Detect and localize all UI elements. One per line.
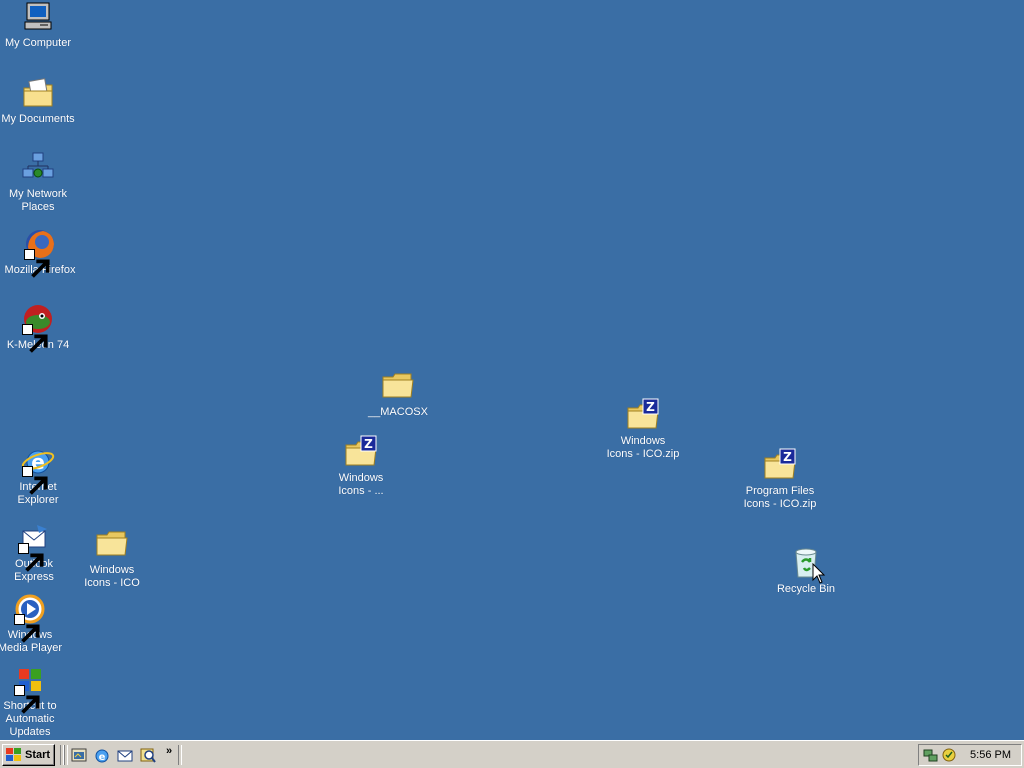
my-network-places-shortcut[interactable]: My Network Places xyxy=(0,151,76,214)
media-player-icon xyxy=(13,592,47,643)
zip-folder-icon: Z xyxy=(763,448,797,482)
shortcut-arrow-icon xyxy=(22,324,48,353)
search-quicklaunch-icon[interactable] xyxy=(139,746,157,764)
svg-text:Z: Z xyxy=(783,450,792,464)
taskbar-separator xyxy=(64,745,68,765)
zip-folder-icon: Z xyxy=(344,435,378,469)
program-files-icons-ico-zip[interactable]: Z Program Files Icons - ICO.zip xyxy=(742,448,818,511)
my-computer-shortcut[interactable]: My Computer xyxy=(0,0,76,50)
outlook-express-icon xyxy=(17,521,51,572)
icon-label: Windows Icons - ICO xyxy=(84,564,140,589)
windows-media-player-shortcut[interactable]: Windows Media Player xyxy=(0,592,68,655)
windows-icons-zip-truncated[interactable]: Z Windows Icons - ... xyxy=(323,435,399,498)
folder-icon xyxy=(381,369,415,403)
mouse-pointer-icon xyxy=(812,563,826,584)
desktop[interactable]: My Computer My Documents My Network Plac… xyxy=(0,0,1024,740)
icon-label: Recycle Bin xyxy=(776,583,836,595)
documents-folder-icon xyxy=(21,76,55,110)
start-label: Start xyxy=(25,749,51,761)
internet-explorer-quicklaunch-icon[interactable]: e xyxy=(93,746,111,764)
my-documents-shortcut[interactable]: My Documents xyxy=(0,76,76,126)
firefox-icon xyxy=(23,227,57,278)
system-tray: 5:56 PM xyxy=(918,744,1022,766)
start-button[interactable]: Start xyxy=(2,744,55,766)
icon-label: My Computer xyxy=(4,37,72,49)
internet-explorer-shortcut[interactable]: e Internet Explorer xyxy=(0,444,76,507)
k-meleon-shortcut[interactable]: K-Meleon 74 xyxy=(0,302,76,353)
svg-text:Z: Z xyxy=(364,437,373,451)
icon-label: Windows Icons - ICO.zip xyxy=(606,435,680,460)
quick-launch-more-chevron[interactable]: » xyxy=(166,745,172,757)
outlook-express-shortcut[interactable]: Outlook Express xyxy=(0,521,72,584)
shortcut-arrow-icon xyxy=(18,543,44,572)
shortcut-arrow-icon xyxy=(24,249,50,278)
shortcut-arrow-icon xyxy=(14,685,40,714)
folder-icon xyxy=(95,527,129,561)
icon-label: __MACOSX xyxy=(368,406,428,418)
windows-flag-icon xyxy=(6,748,21,761)
shortcut-arrow-icon xyxy=(22,466,48,495)
icon-label: Windows Icons - ... xyxy=(338,472,384,497)
icon-label: My Documents xyxy=(1,113,75,125)
svg-text:Z: Z xyxy=(646,400,655,414)
security-tray-icon[interactable] xyxy=(941,747,957,763)
computer-icon xyxy=(21,0,55,34)
windows-icons-ico-zip[interactable]: Z Windows Icons - ICO.zip xyxy=(605,398,681,461)
windows-icons-ico-folder[interactable]: Windows Icons - ICO xyxy=(74,527,150,590)
macosx-folder[interactable]: __MACOSX xyxy=(360,369,436,419)
taskbar: Start e » 5:56 PM xyxy=(0,740,1024,768)
icon-label: Program Files Icons - ICO.zip xyxy=(743,485,817,510)
automatic-updates-shortcut[interactable]: Shortcut to Automatic Updates xyxy=(0,663,68,739)
icon-label: My Network Places xyxy=(8,188,68,213)
shortcut-arrow-icon xyxy=(14,614,40,643)
network-connection-tray-icon[interactable] xyxy=(923,747,939,763)
taskbar-separator xyxy=(178,745,182,765)
svg-text:e: e xyxy=(99,752,106,763)
k-meleon-icon xyxy=(21,302,55,353)
internet-explorer-icon: e xyxy=(21,444,55,495)
mozilla-firefox-shortcut[interactable]: Mozilla Firefox xyxy=(2,227,78,278)
network-icon xyxy=(21,151,55,185)
taskbar-clock[interactable]: 5:56 PM xyxy=(970,749,1011,761)
outlook-express-quicklaunch-icon[interactable] xyxy=(116,746,134,764)
show-desktop-icon[interactable] xyxy=(70,746,88,764)
windows-update-icon xyxy=(13,663,47,714)
zip-folder-icon: Z xyxy=(626,398,660,432)
recycle-bin[interactable]: Recycle Bin xyxy=(768,546,844,596)
